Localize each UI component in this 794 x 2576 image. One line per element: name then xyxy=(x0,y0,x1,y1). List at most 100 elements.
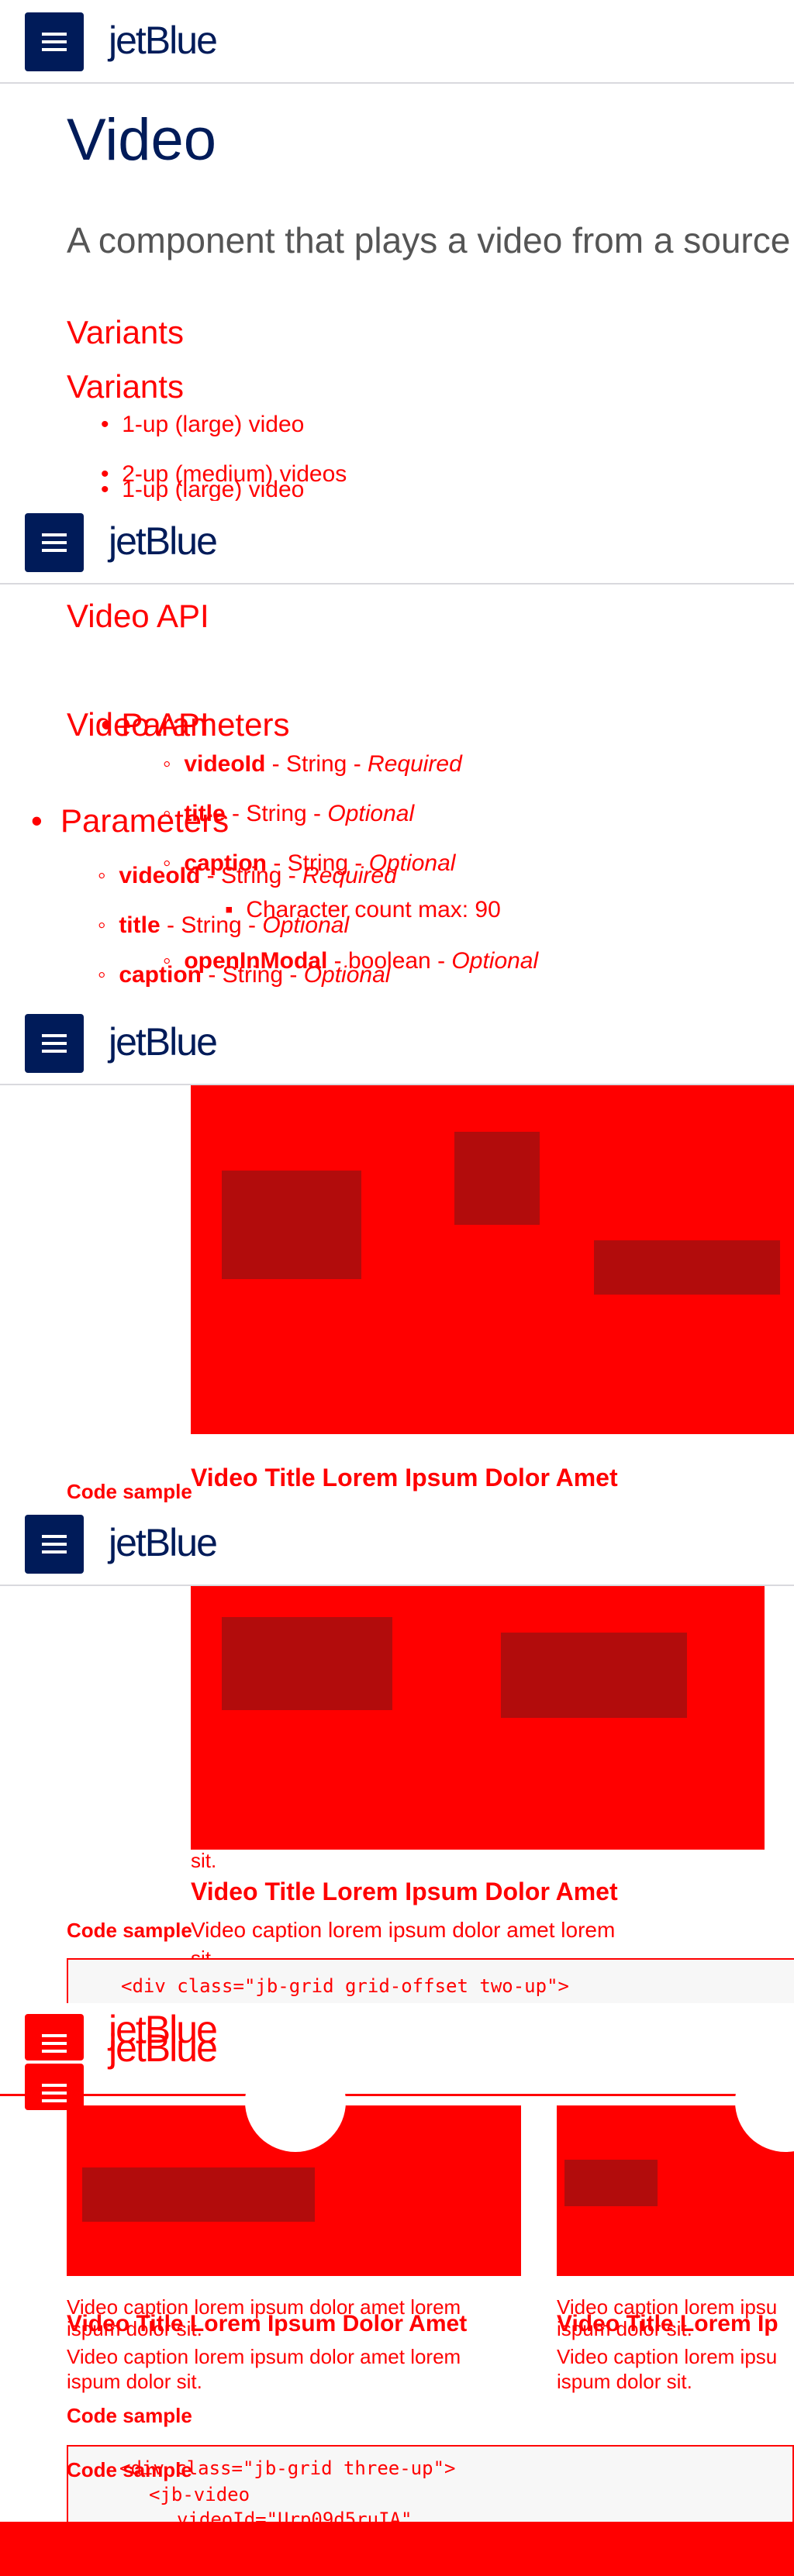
top-bar: jetBlue xyxy=(0,1502,794,1586)
param-row: ◦ caption - String - Optional xyxy=(98,962,391,988)
param-type: String xyxy=(221,863,282,888)
param-req: Optional xyxy=(262,912,350,938)
page-title: Video xyxy=(67,107,217,173)
code-line: <jb-video xyxy=(149,2484,250,2505)
hamburger-line xyxy=(42,2099,67,2102)
page-intro: A component that plays a video from a so… xyxy=(67,220,791,260)
play-icon[interactable] xyxy=(245,2051,346,2152)
param-row: ◦ videoId - String - Required xyxy=(98,863,397,888)
video-shadow xyxy=(222,1171,361,1279)
variant-item: • 1-up (large) video xyxy=(101,412,305,437)
param-req: Optional xyxy=(451,948,539,974)
param-name: title xyxy=(119,912,161,938)
video-shadow xyxy=(454,1132,540,1225)
band-api: jetBlue Video API Video API • Parameters… xyxy=(0,501,794,1002)
jetblue-logo[interactable]: jetBlue xyxy=(109,1521,218,1564)
top-bar: jetBlue xyxy=(0,501,794,585)
variants-heading: Variants xyxy=(67,314,184,350)
caption-tail: ispum dolor sit. xyxy=(557,2370,692,2393)
param-type: String xyxy=(222,962,284,988)
variant-item: • 1-up (large) video xyxy=(101,477,305,501)
hamburger-line xyxy=(42,2042,67,2045)
video-shadow xyxy=(501,1633,687,1718)
band-sample-three-up: jetBlue jetBlue Video caption lorem ipsu… xyxy=(0,2003,794,2576)
hamburger-line xyxy=(42,533,67,536)
code-block: <div class="jb-grid grid-offset two-up"> xyxy=(67,1958,794,2003)
video-title: Video Title Lorem Ipsum Dolor Amet xyxy=(67,2311,468,2336)
video-caption: Video caption lorem ipsum dolor amet lor… xyxy=(67,2345,461,2368)
parameters-label: Parameters xyxy=(121,706,290,743)
video-caption: Video caption lorem ipsum dolor amet lor… xyxy=(191,1918,616,1942)
code-sample-label: Code sample xyxy=(67,2404,192,2427)
top-bar: jetBlue xyxy=(0,0,794,84)
video-thumbnail[interactable] xyxy=(67,2051,521,2276)
jetblue-logo[interactable]: jetBlue xyxy=(109,1020,218,1064)
hamburger-line xyxy=(42,541,67,544)
video-shadow xyxy=(594,1240,780,1295)
variant-item-label: 1-up (large) video xyxy=(122,412,305,437)
param-req: Required xyxy=(368,751,462,777)
param-type: String xyxy=(286,751,347,777)
top-bar: jetBlue jetBlue xyxy=(0,2003,794,2110)
video-api-heading: Video API xyxy=(67,598,209,634)
param-req: Optional xyxy=(303,962,391,988)
param-req: Required xyxy=(302,863,397,888)
video-caption: Video caption lorem ipsu xyxy=(557,2345,778,2368)
hamburger-line xyxy=(42,2050,67,2053)
hamburger-line xyxy=(42,48,67,51)
video-shadow xyxy=(564,2160,658,2206)
hamburger-line xyxy=(42,1535,67,1538)
code-sample-label: Code sample xyxy=(67,1480,192,1502)
caption-tail: ispum dolor sit. xyxy=(67,2370,202,2393)
parameters-heading: • Parameters xyxy=(101,706,290,743)
video-thumbnail[interactable] xyxy=(191,1085,794,1434)
hamburger-line xyxy=(42,1550,67,1554)
hamburger-menu-button[interactable] xyxy=(25,2064,84,2110)
param-name: videoId xyxy=(184,751,266,777)
param-row: ◦ title - String - Optional xyxy=(98,912,350,938)
video-shadow xyxy=(82,2167,315,2222)
hamburger-line xyxy=(42,1543,67,1546)
band-intro: jetBlue Video A component that plays a v… xyxy=(0,0,794,501)
variant-item-label: 1-up (large) video xyxy=(122,477,305,501)
band-sample-medium: jetBlue sit. Video Title Lorem Ipsum Dol… xyxy=(0,1502,794,2003)
hamburger-menu-button[interactable] xyxy=(25,513,84,572)
jetblue-logo[interactable]: jetBlue xyxy=(109,519,218,563)
hamburger-line xyxy=(42,549,67,552)
param-type: String xyxy=(246,801,307,826)
video-thumbnail[interactable] xyxy=(557,2051,794,2276)
jetblue-logo[interactable]: jetBlue xyxy=(109,2026,218,2070)
caption-tail: sit. xyxy=(191,1849,217,1872)
jetblue-logo[interactable]: jetBlue xyxy=(109,19,218,62)
top-bar: jetBlue xyxy=(0,1002,794,1085)
hamburger-line xyxy=(42,2034,67,2037)
parameters-heading-repeat: • Parameters xyxy=(31,802,230,839)
video-thumbnail[interactable] xyxy=(191,1586,765,1850)
param-name: videoId xyxy=(119,863,201,888)
hamburger-menu-button[interactable] xyxy=(25,1014,84,1073)
band-sample-large: jetBlue Code sample Video Title Lorem Ip… xyxy=(0,1002,794,1502)
hamburger-line xyxy=(42,2091,67,2095)
hamburger-menu-button[interactable] xyxy=(25,1515,84,1574)
hamburger-menu-button[interactable] xyxy=(25,12,84,71)
hamburger-line xyxy=(42,33,67,36)
hamburger-line xyxy=(42,1034,67,1037)
param-req: Optional xyxy=(327,801,415,826)
code-sample-label: Code sample xyxy=(67,2458,192,2481)
code-sample-label: Code sample xyxy=(67,1919,192,1942)
page-root: jetBlue Video A component that plays a v… xyxy=(0,0,794,2576)
parameters-label: Parameters xyxy=(60,802,230,839)
video-title: Video Title Lorem Ipsum Dolor Amet xyxy=(191,1878,618,1905)
param-name: caption xyxy=(119,962,202,988)
code-line: <div class="jb-grid grid-offset two-up"> xyxy=(121,1975,569,1997)
video-title: Video Title Lorem Ipsum Dolor Amet xyxy=(191,1464,618,1491)
variants-heading-repeat: Variants xyxy=(67,368,184,405)
hamburger-menu-button[interactable] xyxy=(25,2014,84,2060)
footer-bar xyxy=(0,2522,794,2576)
hamburger-line xyxy=(42,2084,67,2087)
hamburger-line xyxy=(42,1050,67,1053)
video-title: Video Title Lorem Ip xyxy=(557,2311,778,2336)
param-row: ◦ videoId - String - Required xyxy=(163,751,462,777)
hamburger-line xyxy=(42,1042,67,1045)
hamburger-line xyxy=(42,40,67,43)
